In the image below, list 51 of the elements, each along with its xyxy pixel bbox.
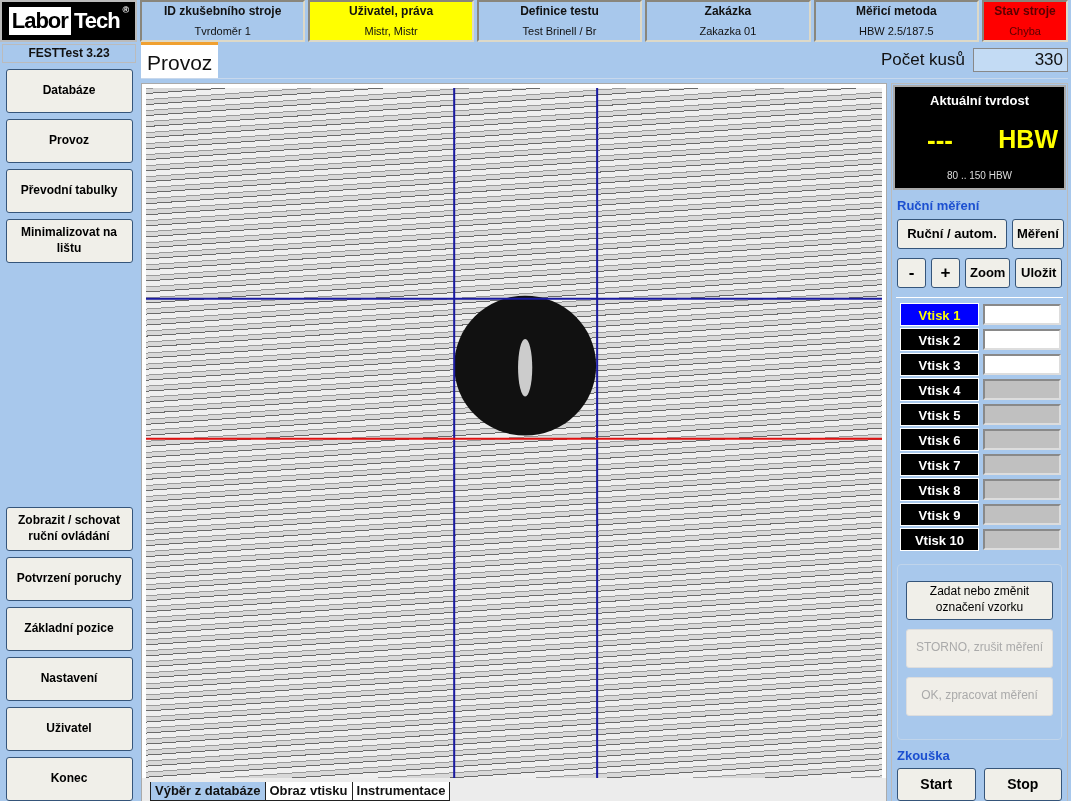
sidebar-button[interactable]: Nastavení	[5, 657, 133, 701]
panel-value: Test Brinell / Br	[521, 24, 598, 40]
indent-label[interactable]: Vtisk 2	[900, 327, 979, 351]
hardness-unit: HBW	[998, 124, 1058, 156]
manual-button[interactable]: Měření	[1012, 218, 1064, 249]
app-version: FESTTest 3.23	[2, 44, 136, 63]
sidebar-button[interactable]: Databáze	[5, 69, 133, 113]
sidebar-button[interactable]: Uživatel	[5, 707, 133, 751]
indent-label[interactable]: Vtisk 1	[900, 302, 979, 326]
indent-field[interactable]	[983, 303, 1061, 325]
sidebar-button[interactable]: Převodní tabulky	[5, 169, 133, 213]
display-title: Aktuální tvrdost	[929, 92, 1030, 110]
sheet-tab[interactable]: Výběr z databáze	[150, 782, 266, 801]
group-title: Zkouška	[897, 746, 951, 765]
count-label: Počet kusů	[880, 49, 965, 72]
logo: Labor Tech®	[0, 0, 137, 42]
indent-label[interactable]: Vtisk 3	[900, 352, 979, 376]
test-button[interactable]: Stop	[983, 768, 1062, 801]
page-tab[interactable]: Provoz	[141, 42, 219, 78]
panel-label: Stav stroje	[993, 3, 1057, 21]
panel-label: Uživatel, práva	[348, 3, 435, 21]
hardness-value: ---	[927, 123, 953, 157]
manual-button[interactable]: -	[897, 257, 926, 288]
sidebar-button[interactable]: Základní pozice	[5, 607, 133, 651]
panel-value: Tvrdoměr 1	[193, 24, 252, 40]
panel-value: Mistr, Mistr	[363, 24, 419, 40]
manual-button[interactable]: Ruční / autom.	[897, 218, 1007, 249]
indent-field[interactable]	[983, 328, 1061, 350]
test-button[interactable]: Start	[897, 768, 976, 801]
panel-label: Měřicí metoda	[854, 3, 938, 21]
panel-value: Zakazka 01	[698, 24, 758, 40]
group-title: Ruční měření	[897, 197, 981, 215]
panel-label: Zakázka	[703, 3, 753, 21]
panel-value: Chyba	[1008, 24, 1042, 40]
sheet-tab[interactable]: Instrumentace	[351, 782, 451, 801]
panel-label: Definice testu	[519, 3, 600, 21]
panel-value: HBW 2.5/187.5	[858, 24, 935, 40]
sidebar-button[interactable]: Potvrzení poruchy	[5, 557, 133, 601]
indent-field[interactable]	[983, 353, 1061, 375]
manual-button[interactable]: Uložit	[1015, 257, 1062, 288]
sidebar-button[interactable]: Provoz	[5, 119, 133, 163]
sidebar-button[interactable]: Zobrazit / schovat ruční ovládání	[5, 507, 133, 551]
sidebar-button[interactable]: Minimalizovat na lištu	[5, 219, 133, 263]
hardness-range: 80 .. 150 HBW	[946, 168, 1013, 183]
sidebar-button[interactable]: Konec	[5, 757, 133, 801]
count-field: 330	[973, 48, 1068, 72]
manual-button[interactable]: Zoom	[965, 257, 1011, 288]
action-button[interactable]: Zadat nebo změnit označení vzorku	[906, 580, 1053, 620]
panel-label: ID zkušebního stroje	[163, 3, 283, 21]
manual-button[interactable]: +	[931, 257, 960, 288]
sheet-tab[interactable]: Obraz vtisku	[264, 782, 353, 801]
